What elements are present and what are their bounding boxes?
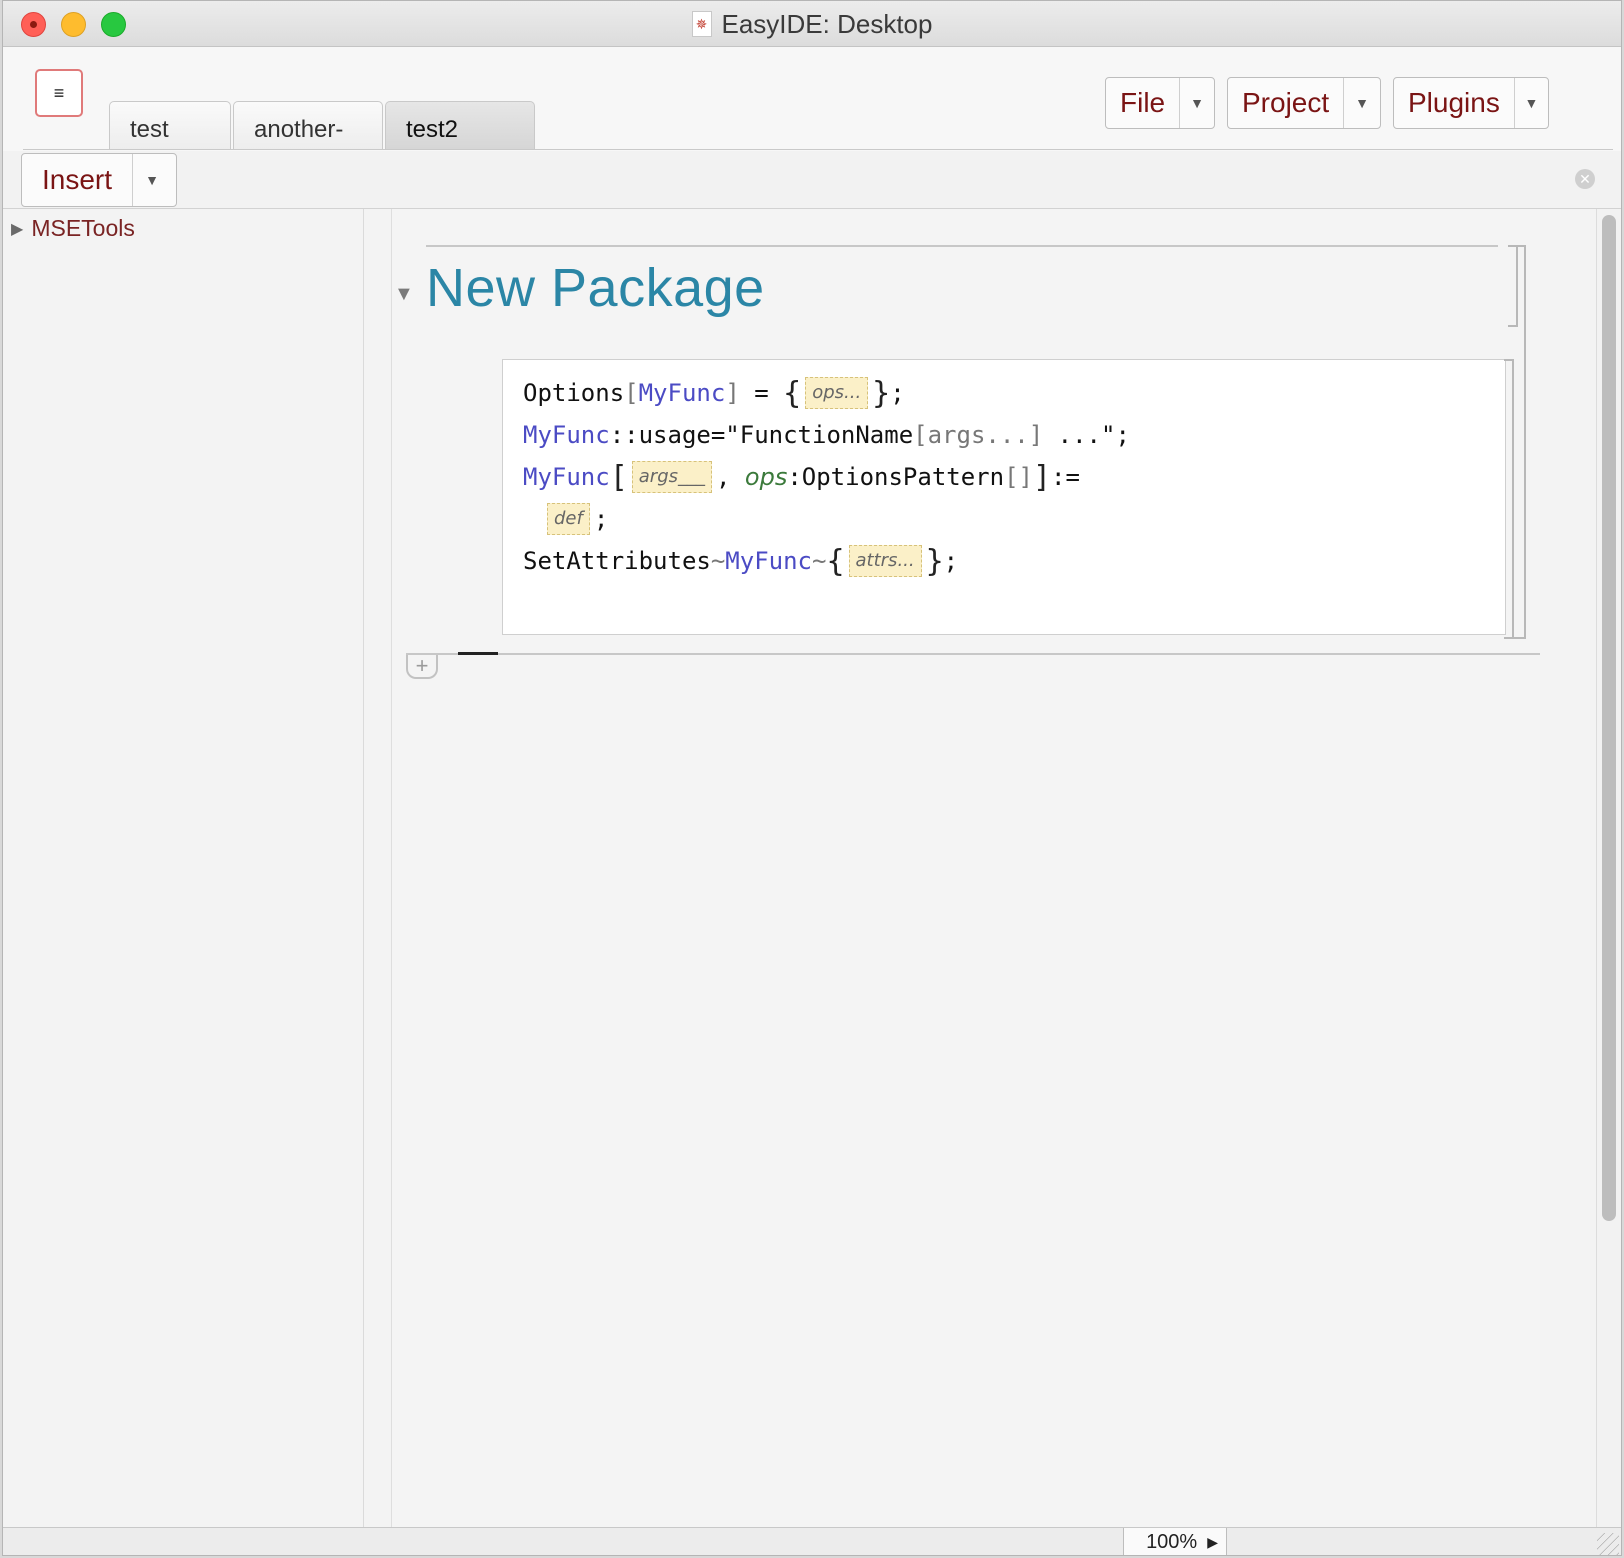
code-token: [	[609, 459, 628, 495]
document-icon: ✵	[691, 11, 712, 37]
code-token: MyFunc	[725, 547, 812, 575]
code-line: Options[MyFunc] = {ops...};	[523, 372, 1505, 414]
code-token: [	[624, 379, 639, 407]
code-token: ~	[812, 547, 827, 575]
code-line: SetAttributes ~ MyFunc ~{attrs...};	[523, 540, 1505, 582]
status-bar: 100% ▶	[3, 1527, 1621, 1555]
code-cell[interactable]: Options[MyFunc] = {ops...}; MyFunc::usag…	[502, 359, 1506, 635]
code-line: MyFunc::usage="FunctionName[args...] ...…	[523, 414, 1505, 456]
play-arrow-icon[interactable]: ▶	[1207, 1534, 1218, 1551]
code-token: [	[913, 421, 928, 449]
placeholder-token[interactable]: args___	[631, 461, 712, 493]
zoom-level[interactable]: 100%	[1146, 1531, 1197, 1554]
code-token: ~	[710, 547, 726, 575]
tab-label: test2	[406, 116, 459, 143]
code-token: ]	[1032, 459, 1052, 495]
code-token: MyFunc	[523, 463, 610, 491]
plus-icon: +	[415, 653, 429, 678]
expand-arrow-icon[interactable]: ▶	[11, 219, 23, 239]
code-token: []	[1004, 463, 1033, 491]
title-bar: ✵ EasyIDE: Desktop	[3, 1, 1621, 47]
code-line: def;	[523, 498, 1505, 540]
code-token: =	[739, 379, 784, 407]
code-token: ]	[725, 379, 740, 407]
code-token: ops	[744, 463, 788, 491]
code-token: ,	[716, 463, 745, 491]
code-line: MyFunc[args___, ops:OptionsPattern[]]:=	[523, 456, 1505, 498]
code-token: Options	[523, 379, 625, 407]
cell-insertion-cursor	[458, 652, 498, 655]
code-token: {	[783, 375, 802, 411]
insert-menu-button[interactable]: Insert ▼	[21, 153, 177, 207]
tab-label: another-	[254, 116, 344, 143]
placeholder-token[interactable]: attrs...	[848, 545, 922, 577]
window-title: EasyIDE: Desktop	[721, 8, 933, 39]
app-window: ✵ EasyIDE: Desktop ≡ test another- test2…	[2, 0, 1622, 1556]
code-token: args...	[927, 421, 1029, 449]
placeholder-token[interactable]: def	[547, 503, 590, 535]
sidebar: ▶ MSETools	[3, 209, 364, 1527]
notebook-area: ▼ New Package Options[MyFunc] = {ops...}…	[392, 209, 1540, 1527]
code-token: MyFunc	[638, 379, 726, 407]
insert-toolbar: Insert ▼ ✕	[3, 151, 1621, 209]
tab-toolbar: ≡ test another- test2 File ▼ Project ▼ P…	[3, 47, 1621, 151]
resize-grip-icon[interactable]	[1597, 1533, 1619, 1555]
group-cell-bracket[interactable]	[1514, 245, 1526, 639]
tab-test[interactable]: test	[109, 101, 231, 149]
window-title-area: ✵ EasyIDE: Desktop	[3, 1, 1621, 47]
insert-button-label[interactable]: Insert	[22, 154, 134, 206]
code-token: SetAttributes	[523, 547, 711, 575]
project-button-label[interactable]: Project	[1228, 78, 1345, 128]
code-token: }	[872, 375, 891, 411]
section-divider	[426, 245, 1498, 247]
code-token: ;	[890, 379, 905, 407]
plugins-menu-button[interactable]: Plugins ▼	[1393, 77, 1549, 129]
placeholder-token[interactable]: ops...	[805, 377, 869, 409]
code-token: :OptionsPattern	[787, 463, 1005, 491]
tab-divider	[23, 149, 1613, 150]
project-menu-button[interactable]: Project ▼	[1227, 77, 1381, 129]
code-token: ::usage="FunctionName	[609, 421, 914, 449]
code-token: ]	[1028, 421, 1044, 449]
sidebar-splitter[interactable]	[365, 209, 392, 1527]
chevron-down-icon[interactable]: ▼	[133, 154, 171, 206]
code-token: MyFunc	[523, 421, 610, 449]
scrollbar-thumb[interactable]	[1602, 215, 1616, 1221]
tab-label: test	[130, 116, 169, 143]
file-menu-button[interactable]: File ▼	[1105, 77, 1215, 129]
close-toolbar-icon[interactable]: ✕	[1575, 169, 1595, 189]
file-button-label[interactable]: File	[1106, 78, 1181, 128]
add-cell-button[interactable]: +	[406, 653, 438, 679]
tab-another[interactable]: another-	[233, 101, 383, 149]
section-heading[interactable]: New Package	[426, 257, 765, 319]
menu-icon: ≡	[53, 82, 65, 103]
cell-insertion-line	[406, 653, 1540, 655]
code-cell-bracket[interactable]	[1504, 359, 1514, 639]
chevron-down-icon[interactable]: ▼	[1180, 78, 1214, 128]
code-token: }	[925, 543, 944, 579]
hamburger-menu-button[interactable]: ≡	[35, 69, 83, 117]
code-token: :=	[1051, 463, 1080, 491]
chevron-down-icon[interactable]: ▼	[1515, 78, 1548, 128]
code-token: ...";	[1043, 421, 1130, 449]
tab-test2[interactable]: test2	[385, 101, 535, 149]
plugins-button-label[interactable]: Plugins	[1394, 78, 1515, 128]
code-token: {	[826, 543, 845, 579]
code-token: ;	[943, 547, 959, 575]
chevron-down-icon[interactable]: ▼	[1344, 78, 1380, 128]
sidebar-item-label[interactable]: MSETools	[31, 215, 135, 242]
vertical-scrollbar[interactable]	[1596, 209, 1621, 1527]
code-token: ;	[593, 505, 609, 533]
sidebar-item-msetools[interactable]: ▶ MSETools	[11, 215, 135, 242]
collapse-section-icon[interactable]: ▼	[394, 283, 414, 306]
zoom-control[interactable]: 100% ▶	[1123, 1528, 1227, 1555]
